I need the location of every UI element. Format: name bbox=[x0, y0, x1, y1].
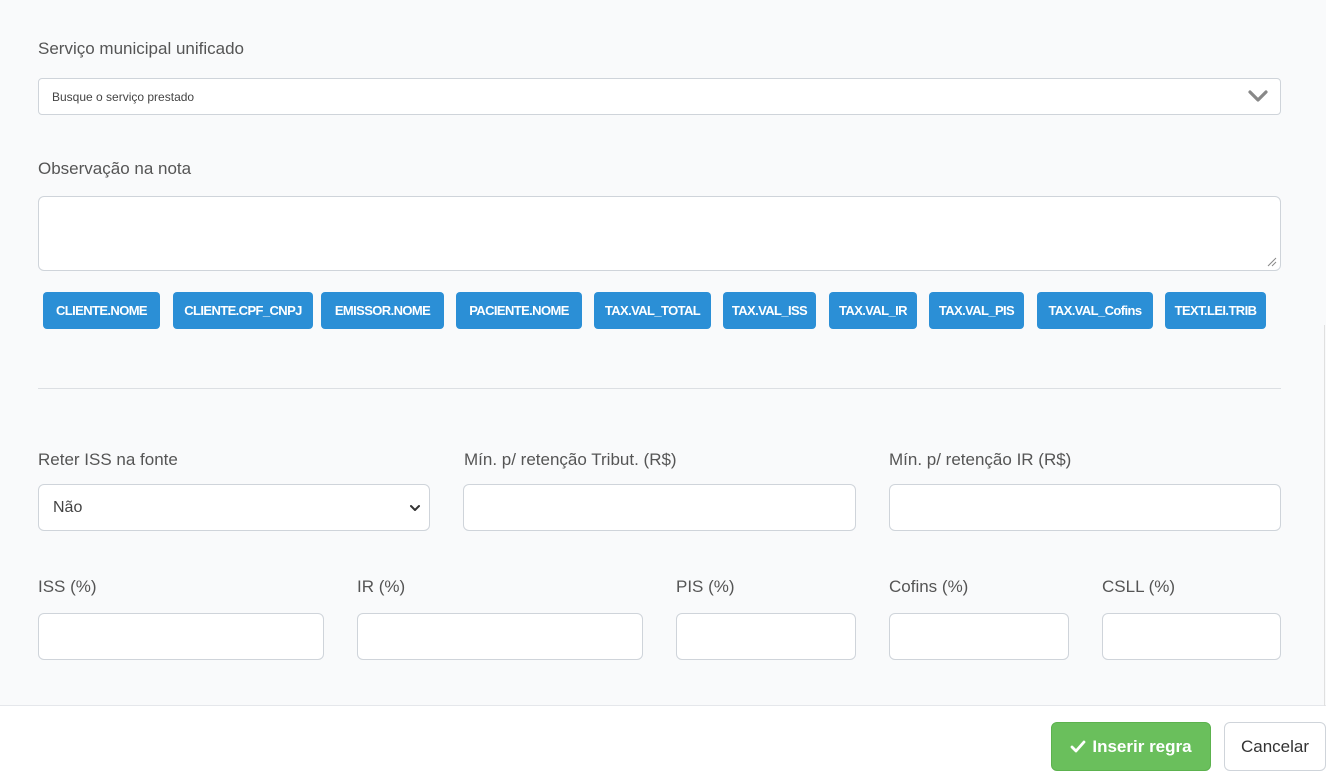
servico-select[interactable]: Busque o serviço prestado bbox=[38, 78, 1281, 115]
chevron-down-icon bbox=[410, 505, 420, 511]
pis-input[interactable] bbox=[676, 613, 856, 660]
observacao-textarea[interactable] bbox=[38, 196, 1281, 271]
iss-input[interactable] bbox=[38, 613, 324, 660]
tag-button-tax-val-iss[interactable]: TAX.VAL_ISS bbox=[723, 292, 816, 329]
csll-input[interactable] bbox=[1102, 613, 1281, 660]
check-icon bbox=[1070, 740, 1086, 752]
cancel-label: Cancelar bbox=[1240, 736, 1310, 756]
reter-iss-select[interactable]: Não bbox=[38, 484, 430, 531]
tag-button-tax-val-total[interactable]: TAX.VAL_TOTAL bbox=[594, 292, 711, 329]
section-divider bbox=[38, 388, 1281, 389]
servico-placeholder: Busque o serviço prestado bbox=[52, 89, 195, 104]
ir-input[interactable] bbox=[357, 613, 643, 660]
tag-button-tax-val-cofins[interactable]: TAX.VAL_Cofins bbox=[1037, 292, 1153, 329]
tag-button-cliente-cpf-cnpj[interactable]: CLIENTE.CPF_CNPJ bbox=[173, 292, 313, 329]
tag-button-paciente-nome[interactable]: PACIENTE.NOME bbox=[456, 292, 582, 329]
servico-label: Serviço municipal unificado bbox=[38, 39, 244, 58]
tag-button-emissor-nome[interactable]: EMISSOR.NOME bbox=[321, 292, 444, 329]
tag-button-text-lei-trib[interactable]: TEXT.LEI.TRIB bbox=[1165, 292, 1266, 329]
min-tributos-input[interactable] bbox=[463, 484, 856, 531]
pis-label: PIS (%) bbox=[676, 577, 735, 596]
reter-iss-value: Não bbox=[53, 498, 83, 516]
reter-iss-label: Reter ISS na fonte bbox=[38, 450, 178, 469]
tag-button-tax-val-pis[interactable]: TAX.VAL_PIS bbox=[929, 292, 1024, 329]
observacao-label: Observação na nota bbox=[38, 159, 192, 178]
cofins-label: Cofins (%) bbox=[889, 577, 969, 596]
min-ir-input[interactable] bbox=[889, 484, 1281, 531]
tag-button-tax-val-ir[interactable]: TAX.VAL_IR bbox=[829, 292, 917, 329]
chevron-down-icon bbox=[1248, 90, 1268, 102]
csll-label: CSLL (%) bbox=[1102, 577, 1176, 596]
cofins-input[interactable] bbox=[889, 613, 1069, 660]
resize-grip-icon[interactable] bbox=[1267, 257, 1277, 267]
cancel-button[interactable]: Cancelar bbox=[1224, 722, 1326, 771]
tag-button-cliente-nome[interactable]: CLIENTE.NOME bbox=[43, 292, 160, 329]
ir-label: IR (%) bbox=[357, 577, 406, 596]
panel-edge bbox=[1324, 325, 1325, 706]
insert-rule-button[interactable]: Inserir regra bbox=[1051, 722, 1211, 771]
insert-rule-label: Inserir regra bbox=[1092, 736, 1192, 756]
min-ir-label: Mín. p/ retenção IR (R$) bbox=[889, 450, 1072, 469]
min-tributos-label: Mín. p/ retenção Tribut. (R$) bbox=[464, 450, 677, 469]
iss-label: ISS (%) bbox=[38, 577, 97, 596]
